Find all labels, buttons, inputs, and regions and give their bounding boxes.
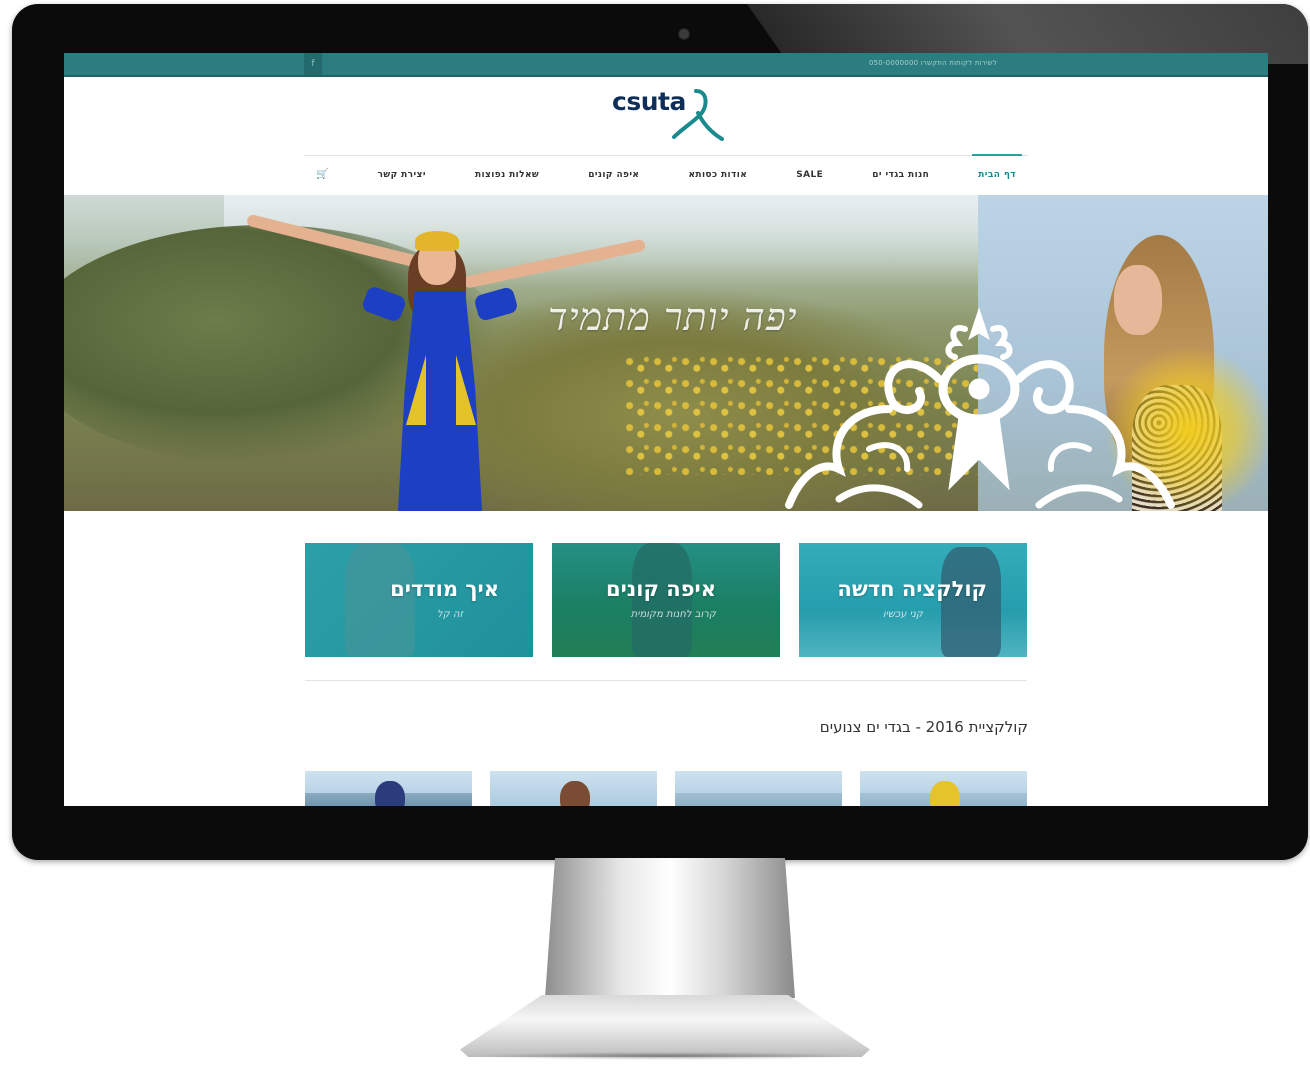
facebook-icon[interactable]: f (304, 53, 322, 75)
promo-tiles: איך מודדים זה קל איפה קונים קרוב לחנות מ… (305, 543, 1027, 657)
ornament-flourish-icon (785, 307, 1175, 509)
product-card[interactable] (675, 771, 842, 806)
main-nav: דף הבית חנות בגדי ים SALE אודות כסותא אי… (304, 153, 1028, 193)
cart-icon[interactable]: 🛒 (316, 169, 328, 180)
tile-subtitle: זה קל (437, 609, 463, 620)
product-card[interactable] (490, 771, 657, 806)
monitor-stand-base (460, 995, 870, 1057)
product-image-model (930, 781, 960, 806)
product-image-model (375, 781, 405, 806)
nav-item-faq[interactable]: שאלות נפוצות (475, 170, 539, 180)
tile-title: קולקציה חדשה (837, 577, 987, 601)
monitor-stand-neck (545, 858, 795, 998)
monitor-stand-shadow (470, 1052, 860, 1060)
tile-subtitle: קרוב לחנות מקומית (630, 609, 716, 620)
nav-item-sale[interactable]: SALE (796, 170, 823, 180)
hero-banner: יפה יותר מתמיד (64, 195, 1268, 511)
topbar-contact-text: לשירות לקוחות התקשרו 050-0000000 (869, 59, 997, 67)
section-divider (305, 680, 1027, 681)
hero-tagline: יפה יותר מתמיד (548, 295, 798, 339)
product-image-sea (675, 793, 842, 806)
product-image-model (560, 781, 590, 806)
tile-title: איך מודדים (390, 577, 499, 601)
nav-item-contact[interactable]: יצירת קשר (378, 170, 426, 180)
product-grid (305, 771, 1027, 806)
nav-item-home[interactable]: דף הבית (972, 153, 1022, 180)
logo-swirl-icon (672, 89, 724, 141)
monitor-bezel: f לשירות לקוחות התקשרו 050-0000000 csuta… (12, 4, 1308, 860)
tile-title: איפה קונים (605, 577, 716, 601)
website-screen: f לשירות לקוחות התקשרו 050-0000000 csuta… (64, 53, 1268, 806)
tile-where-to-buy[interactable]: איפה קונים קרוב לחנות מקומית (552, 543, 780, 657)
tile-subtitle: קני עכשיו (882, 609, 923, 620)
product-card[interactable] (860, 771, 1027, 806)
camera-icon (678, 28, 690, 40)
nav-item-where-to-buy[interactable]: איפה קונים (588, 170, 639, 180)
site-logo[interactable]: csuta (612, 85, 732, 147)
tile-how-to-measure[interactable]: איך מודדים זה קל (305, 543, 533, 657)
product-card[interactable] (305, 771, 472, 806)
model-hat (415, 231, 459, 251)
nav-item-swimwear-shop[interactable]: חנות בגדי ים (872, 170, 929, 180)
top-bar: f לשירות לקוחות התקשרו 050-0000000 (64, 53, 1268, 77)
nav-item-about[interactable]: אודות כסותא (688, 170, 747, 180)
tile-new-collection[interactable]: קולקציה חדשה קני עכשיו (799, 543, 1027, 657)
collection-heading: קולקציית 2016 - בגדי ים צנועים (819, 718, 1028, 736)
